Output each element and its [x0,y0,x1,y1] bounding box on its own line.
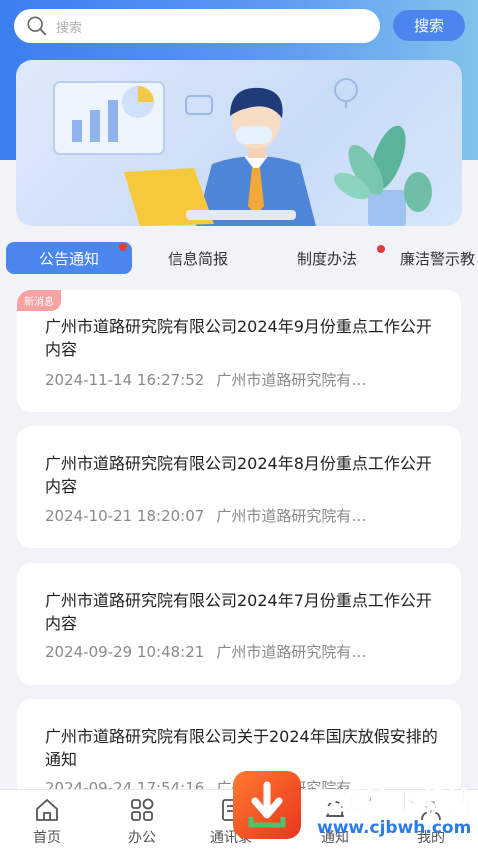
nav-office[interactable]: 办公 [107,796,177,847]
download-site-watermark: 超级棒下载站 www.cjbwh.com [233,766,478,850]
search-icon [27,16,47,36]
nav-home[interactable]: 首页 [12,796,82,847]
notice-source: 广州市道路研究院有… [216,643,367,661]
tab-label: 信息简报 [167,249,228,268]
tab-announcements[interactable]: 公告通知 [6,242,132,274]
nav-label: 办公 [128,830,156,846]
notice-meta: 2024-10-21 18:20:07 广州市道路研究院有… [45,505,439,526]
tab-regulations[interactable]: 制度办法 [278,242,376,274]
notice-card[interactable]: 新消息 广州市道路研究院有限公司2024年9月份重点工作公开内容 2024-11… [17,290,461,412]
notice-date: 2024-11-14 16:27:52 [45,371,205,389]
search-placeholder: 搜索 [56,20,83,36]
office-worker-illustration [53,78,432,226]
watermark-logo-icon [233,771,301,839]
search-button[interactable]: 搜索 [393,10,465,41]
notice-title: 广州市道路研究院有限公司2024年7月份重点工作公开内容 [45,591,432,633]
notice-source: 广州市道路研究院有… [216,371,367,389]
notice-card[interactable]: 广州市道路研究院有限公司2024年7月份重点工作公开内容 2024-09-29 … [17,563,461,685]
notice-meta: 2024-09-29 10:48:21 广州市道路研究院有… [45,641,439,662]
tab-unread-dot [377,245,385,253]
notice-title: 广州市道路研究院有限公司2024年8月份重点工作公开内容 [45,454,432,496]
notice-date: 2024-09-29 10:48:21 [45,643,205,661]
nav-label: 首页 [33,830,61,846]
search-bar: 搜索 搜索 [0,0,478,52]
new-message-badge: 新消息 [17,290,61,311]
notice-card[interactable]: 广州市道路研究院有限公司2024年8月份重点工作公开内容 2024-10-21 … [17,426,461,548]
notice-title: 广州市道路研究院有限公司关于2024年国庆放假安排的通知 [45,727,438,769]
tab-label: 公告通知 [38,249,99,268]
tab-integrity-education[interactable]: 廉洁警示教 [400,242,478,274]
notice-title: 广州市道路研究院有限公司2024年9月份重点工作公开内容 [45,317,432,359]
watermark-title: 超级棒下载站 [310,788,474,819]
watermark-url: www.cjbwh.com [317,818,472,838]
tab-unread-dot [119,243,127,251]
tab-briefings[interactable]: 信息简报 [150,242,246,274]
banner-illustration[interactable] [16,60,462,226]
grid-icon [131,798,154,821]
notice-date: 2024-10-21 18:20:07 [45,507,205,525]
home-icon [36,799,58,821]
tab-label: 廉洁警示教 [400,249,476,268]
search-input[interactable]: 搜索 [14,9,380,43]
notice-meta: 2024-11-14 16:27:52 广州市道路研究院有… [45,369,439,390]
category-tabs: 公告通知 信息简报 制度办法 廉洁警示教 [0,240,478,276]
tab-label: 制度办法 [296,249,357,268]
notice-source: 广州市道路研究院有… [216,507,367,525]
